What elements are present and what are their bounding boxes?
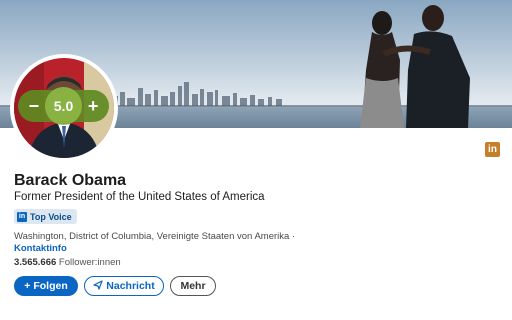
top-voice-label: Top Voice — [30, 211, 72, 222]
linkedin-icon[interactable]: in — [485, 142, 500, 157]
message-button[interactable]: Nachricht — [84, 276, 164, 296]
followers-label: Follower:innen — [58, 257, 121, 268]
more-button[interactable]: Mehr — [170, 276, 216, 296]
profile-headline: Former President of the United States of… — [14, 191, 265, 203]
follow-button[interactable]: + Folgen — [14, 276, 78, 296]
profile-card: − 5.0 + in Barack Obama Former President… — [0, 0, 512, 320]
zoom-level: 5.0 — [44, 87, 83, 125]
followers-count: 3.565.666 Follower:innen — [14, 257, 121, 268]
top-voice-badge[interactable]: in Top Voice — [14, 209, 77, 224]
profile-location: Washington, District of Columbia, Verein… — [14, 231, 314, 255]
follow-label: Folgen — [33, 280, 68, 292]
linkedin-small-icon: in — [17, 211, 27, 222]
profile-actions: + Folgen Nachricht Mehr — [14, 276, 216, 296]
location-text: Washington, District of Columbia, Verein… — [14, 231, 296, 242]
followers-number: 3.565.666 — [14, 257, 57, 268]
more-label: Mehr — [180, 280, 206, 292]
message-label: Nachricht — [106, 280, 155, 292]
profile-name: Barack Obama — [14, 172, 127, 189]
contact-info-link[interactable]: Kontaktinfo — [14, 243, 67, 254]
plus-icon: + — [24, 280, 31, 292]
zoom-out-button[interactable]: − — [23, 95, 45, 117]
zoom-control: − 5.0 + — [18, 87, 109, 125]
zoom-in-button[interactable]: + — [82, 95, 104, 117]
paper-plane-icon — [93, 279, 103, 293]
